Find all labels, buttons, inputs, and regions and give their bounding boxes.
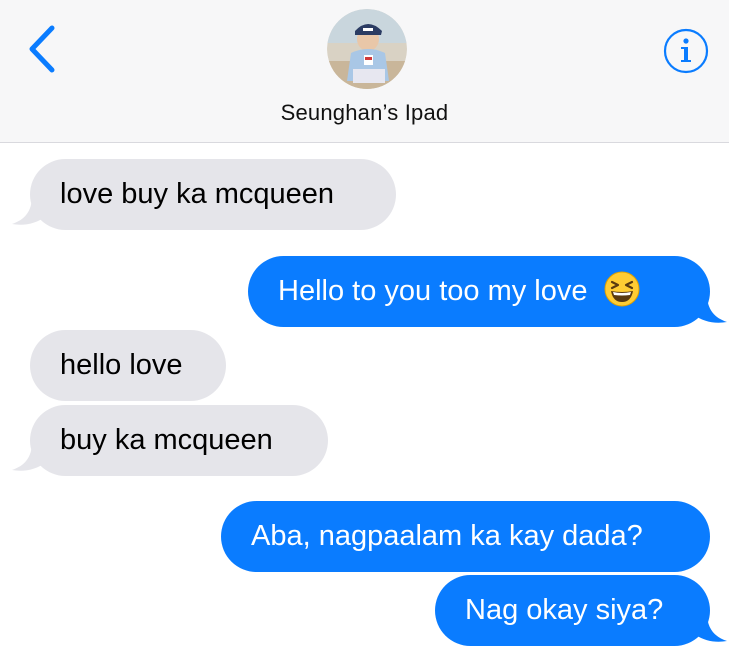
message-text: Aba, nagpaalam ka kay dada? [251, 520, 643, 552]
message-bubble-outgoing[interactable]: Aba, nagpaalam ka kay dada? [221, 501, 710, 572]
avatar-photo [327, 9, 407, 89]
message-bubble-outgoing[interactable]: Hello to you too my love [248, 256, 710, 327]
message-bubble-outgoing[interactable]: Nag okay siya? [435, 575, 710, 646]
message-text: buy ka mcqueen [60, 424, 273, 456]
conversation-header: Seunghan’s Ipad [0, 0, 729, 143]
contact-name[interactable]: Seunghan’s Ipad [0, 100, 729, 126]
back-button[interactable] [20, 22, 70, 78]
info-button[interactable] [662, 27, 710, 75]
message-bubble-incoming[interactable]: hello love [30, 330, 226, 401]
contact-avatar[interactable] [327, 9, 407, 89]
message-text: hello love [60, 349, 183, 381]
message-thread: love buy ka mcqueen Hello to you too my … [0, 143, 729, 648]
message-bubble-incoming[interactable]: love buy ka mcqueen [30, 159, 396, 230]
message-text: Nag okay siya? [465, 594, 664, 626]
message-text: Hello to you too my love [278, 275, 588, 307]
chevron-left-icon [29, 25, 55, 73]
message-bubble-incoming[interactable]: buy ka mcqueen [30, 405, 328, 476]
info-circle-icon [663, 28, 709, 74]
grinning-squinting-face-icon [604, 271, 640, 307]
messages-screen: Seunghan’s Ipad love buy ka mcqueen Hell… [0, 0, 729, 648]
message-text: love buy ka mcqueen [60, 178, 335, 210]
